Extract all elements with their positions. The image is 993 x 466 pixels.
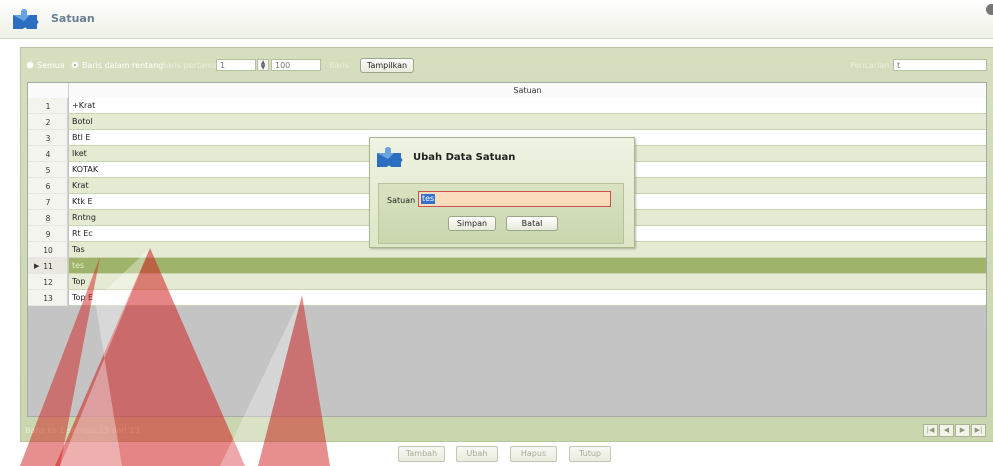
hapus-button[interactable]: Hapus xyxy=(510,446,557,462)
window-titlebar: Satuan xyxy=(0,0,993,39)
satuan-label: Satuan xyxy=(387,196,416,205)
baris-pertama-input[interactable]: 1 xyxy=(216,59,256,71)
satuan-input[interactable]: tes xyxy=(418,191,611,207)
tambah-button[interactable]: Tambah xyxy=(398,446,445,462)
batal-button[interactable]: Batal xyxy=(506,216,558,231)
label-baris-pertama: Baris pertama xyxy=(161,61,218,70)
row-header[interactable]: 1 xyxy=(28,98,68,114)
table-row[interactable]: ▶ 11 tes xyxy=(28,258,986,274)
row-header[interactable]: ▶ 11 xyxy=(28,258,68,274)
row-header[interactable]: 12 xyxy=(28,274,68,290)
ubah-button[interactable]: Ubah xyxy=(456,446,498,462)
first-page-icon[interactable]: |◀ xyxy=(923,424,938,437)
row-header[interactable]: 8 xyxy=(28,210,68,226)
cell-satuan[interactable]: Top xyxy=(69,274,986,290)
label-baris: Baris xyxy=(329,61,350,70)
spinner-icon[interactable]: ▲ ▼ xyxy=(257,59,269,71)
window-title: Satuan xyxy=(51,12,95,25)
row-number: 13 xyxy=(43,294,53,303)
row-number: 6 xyxy=(45,182,51,191)
row-header[interactable]: 13 xyxy=(28,290,68,306)
row-number: 5 xyxy=(45,166,51,175)
row-header[interactable]: 10 xyxy=(28,242,68,258)
table-row[interactable]: 2 Botol xyxy=(28,114,986,130)
row-header[interactable]: 2 xyxy=(28,114,68,130)
ubah-data-dialog: Ubah Data Satuan Satuan tes Simpan Batal xyxy=(369,137,635,248)
puzzle-icon xyxy=(13,9,39,29)
row-number: 7 xyxy=(45,198,51,207)
data-grid: Satuan 1 +Krat 2 Botol 3 Btl E 4 Iket 5 KOTAK 6 Kra… xyxy=(27,82,987,417)
row-header-corner xyxy=(28,83,69,98)
simpan-button[interactable]: Simpan xyxy=(448,216,496,231)
dialog-body: Satuan tes Simpan Batal xyxy=(378,183,624,244)
cell-satuan[interactable]: +Krat xyxy=(69,98,986,114)
row-header[interactable]: 4 xyxy=(28,146,68,162)
row-header[interactable]: 7 xyxy=(28,194,68,210)
label-semua: Semua xyxy=(37,61,65,70)
row-number: 3 xyxy=(45,134,51,143)
radio-rentang[interactable] xyxy=(71,61,79,69)
cell-satuan[interactable]: Botol xyxy=(69,114,986,130)
radio-semua[interactable] xyxy=(26,61,34,69)
satuan-input-value: tes xyxy=(421,194,436,204)
row-number: 2 xyxy=(45,118,51,127)
grid-header: Satuan xyxy=(28,83,986,99)
window-corner xyxy=(986,4,993,15)
row-number: 4 xyxy=(45,150,51,159)
baris-count-input[interactable]: 100 xyxy=(271,59,321,71)
row-header[interactable]: 5 xyxy=(28,162,68,178)
row-header[interactable]: 6 xyxy=(28,178,68,194)
pencarian-input[interactable]: t xyxy=(893,59,987,71)
table-row[interactable]: 13 Top E xyxy=(28,290,986,306)
row-number: 9 xyxy=(45,230,51,239)
dialog-title: Ubah Data Satuan xyxy=(413,152,516,163)
cell-satuan[interactable]: Top E xyxy=(69,290,986,306)
table-row[interactable]: 12 Top xyxy=(28,274,986,290)
label-pencarian: Pencarian xyxy=(850,61,890,70)
last-page-icon[interactable]: ▶| xyxy=(971,424,986,437)
row-number: 1 xyxy=(45,102,51,111)
row-header[interactable]: 9 xyxy=(28,226,68,242)
row-header[interactable]: 3 xyxy=(28,130,68,146)
prev-page-icon[interactable]: ◀ xyxy=(939,424,954,437)
grid-status-text: Baris ke 1 sampai 13 dari 13 xyxy=(25,426,140,435)
table-row[interactable]: 1 +Krat xyxy=(28,98,986,114)
tutup-button[interactable]: Tutup xyxy=(569,446,611,462)
next-page-icon[interactable]: ▶ xyxy=(955,424,970,437)
filter-bar: Semua Baris dalam rentang Baris pertama … xyxy=(21,48,993,82)
row-number: 12 xyxy=(43,278,53,287)
column-header-satuan[interactable]: Satuan xyxy=(69,83,986,98)
puzzle-icon xyxy=(377,147,403,167)
row-number: 10 xyxy=(43,246,53,255)
cell-satuan[interactable]: tes xyxy=(69,258,986,274)
label-rentang: Baris dalam rentang xyxy=(82,61,164,70)
row-number: 11 xyxy=(43,262,53,271)
row-number: 8 xyxy=(45,214,51,223)
tampilkan-button[interactable]: Tampilkan xyxy=(360,58,414,73)
